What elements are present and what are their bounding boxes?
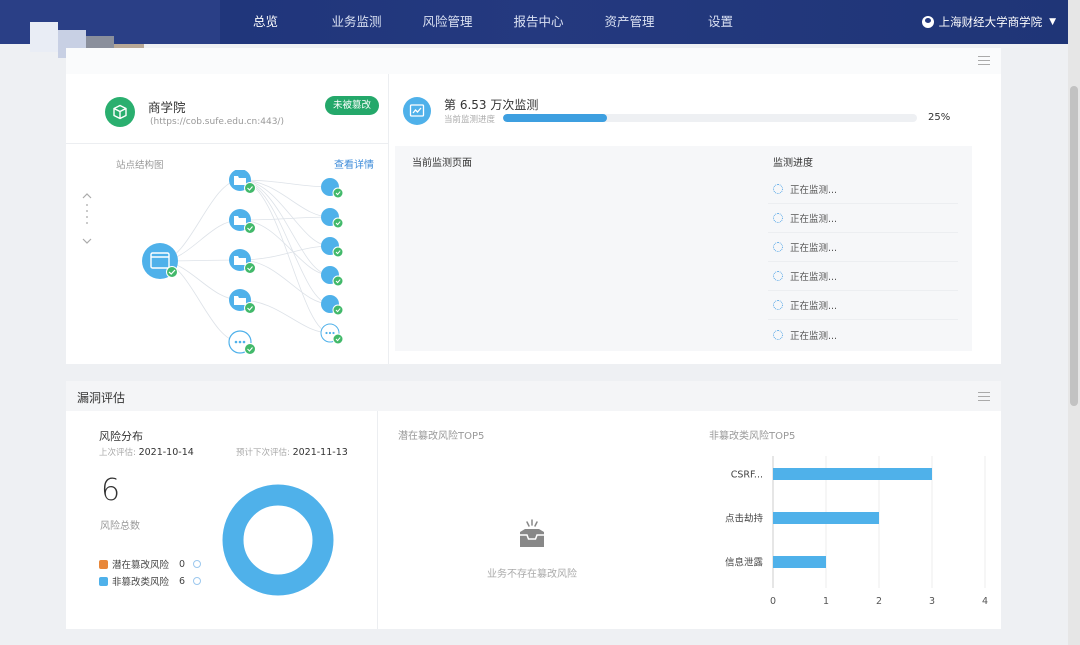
- caret-down-icon: ▼: [1049, 17, 1056, 27]
- site-divider: [66, 143, 388, 144]
- nav-business-monitor[interactable]: 业务监测: [311, 0, 402, 44]
- root-node[interactable]: [142, 243, 178, 279]
- monitor-card-header: [66, 48, 1001, 74]
- site-url[interactable]: (https://cob.sufe.edu.cn:443/): [150, 117, 284, 127]
- info-icon[interactable]: [193, 577, 202, 585]
- scrollbar-thumb[interactable]: [1070, 86, 1078, 406]
- col-current-page: 当前监测页面: [412, 158, 472, 169]
- x-tick-label: 2: [876, 596, 882, 607]
- vuln-section-header: [66, 381, 1001, 411]
- x-tick-label: 3: [929, 596, 935, 607]
- tamper-top5-title: 潜在篡改风险TOP5: [398, 431, 485, 442]
- next-assessment: 预计下次评估: 2021-11-13: [236, 447, 348, 458]
- legend-tamper-risk: 潜在篡改风险 0: [99, 557, 202, 571]
- x-tick-label: 1: [823, 596, 829, 607]
- menu-icon[interactable]: [978, 56, 990, 65]
- view-details-link[interactable]: 查看详情: [334, 156, 374, 171]
- loading-icon: [773, 184, 783, 194]
- nav-risk-management[interactable]: 风险管理: [402, 0, 493, 44]
- monitor-count-title: 第 6.53 万次监测: [444, 98, 539, 112]
- monitor-progress-bar: [503, 114, 917, 122]
- nav-asset-management[interactable]: 资产管理: [584, 0, 675, 44]
- tree-scroll-control[interactable]: [82, 193, 92, 244]
- loading-icon: [773, 329, 783, 340]
- risk-distribution-title: 风险分布: [99, 430, 143, 443]
- col-monitor-progress: 监测进度: [773, 158, 813, 169]
- bar[interactable]: [773, 556, 826, 568]
- risk-total: 6: [101, 473, 121, 508]
- table-row: 正在监测...: [768, 233, 958, 262]
- table-row: 正在监测...: [768, 204, 958, 233]
- nav-settings[interactable]: 设置: [675, 0, 766, 44]
- x-tick-label: 4: [982, 596, 988, 607]
- bar[interactable]: [773, 512, 879, 524]
- user-menu[interactable]: 上海财经大学商学院 ▼: [921, 0, 1056, 44]
- structure-label: 站点结构图: [116, 160, 164, 171]
- table-row: 正在监测...: [768, 320, 958, 349]
- main-nav: 总览 业务监测 风险管理 报告中心 资产管理 设置: [220, 0, 766, 44]
- loading-icon: [773, 300, 783, 310]
- empty-inbox-icon: [520, 519, 544, 547]
- risk-total-label: 风险总数: [100, 521, 140, 532]
- nav-overview[interactable]: 总览: [220, 0, 311, 44]
- menu-icon[interactable]: [978, 392, 990, 401]
- progress-label: 当前监测进度: [444, 115, 496, 125]
- x-tick-label: 0: [770, 596, 776, 607]
- y-category-label: 点击劫持: [725, 513, 764, 525]
- site-name: 商学院: [148, 100, 186, 115]
- site-structure-tree: [82, 170, 344, 355]
- table-row: 正在监测...: [768, 175, 958, 204]
- donut-slice-nontamper[interactable]: [222, 484, 334, 596]
- risk-donut-chart: [222, 484, 334, 596]
- page-scrollbar[interactable]: [1068, 0, 1080, 645]
- loading-icon: [773, 213, 783, 223]
- nav-report-center[interactable]: 报告中心: [493, 0, 584, 44]
- y-category-label: CSRF...: [731, 470, 763, 481]
- progress-percent: 25%: [928, 112, 951, 123]
- table-row: 正在监测...: [768, 262, 958, 291]
- progress-fill: [503, 114, 607, 122]
- last-assessment: 上次评估: 2021-10-14: [99, 447, 194, 458]
- nontamper-top5-title: 非篡改类风险TOP5: [709, 431, 796, 442]
- blue-square-icon: [99, 576, 108, 586]
- loading-icon: [773, 242, 783, 252]
- user-name: 上海财经大学商学院: [938, 15, 1043, 29]
- table-row: 正在监测...: [768, 291, 958, 320]
- info-icon[interactable]: [193, 560, 202, 568]
- user-icon: [921, 16, 934, 28]
- card-divider: [388, 74, 389, 364]
- bar[interactable]: [773, 468, 932, 480]
- top-nav-bar: 总览 业务监测 风险管理 报告中心 资产管理 设置 上海财经大学商学院 ▼: [0, 0, 1068, 78]
- page-nodes[interactable]: [320, 178, 344, 345]
- cube-icon: [105, 97, 135, 127]
- vuln-divider: [377, 411, 378, 629]
- y-category-label: 信息泄露: [725, 557, 764, 569]
- vuln-section-title: 漏洞评估: [77, 391, 126, 405]
- nontamper-top5-bar-chart: 0 1 2 3 4 CSRF... 点击劫持信息泄露: [725, 456, 988, 607]
- empty-state-text: 业务不存在篡改风险: [487, 569, 577, 580]
- loading-icon: [773, 271, 783, 281]
- folder-nodes[interactable]: [228, 170, 256, 355]
- status-badge: 未被篡改: [325, 96, 380, 115]
- orange-square-icon: [99, 559, 108, 569]
- monitor-chart-icon: [403, 97, 431, 125]
- legend-nontamper-risk: 非篡改类风险 6: [99, 574, 202, 588]
